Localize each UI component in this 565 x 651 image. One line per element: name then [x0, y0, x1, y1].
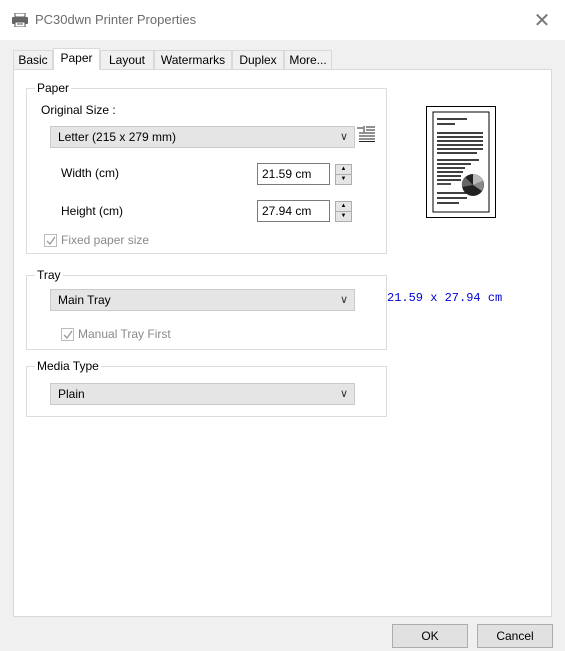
- manual-tray-first-label: Manual Tray First: [78, 327, 171, 341]
- chevron-down-icon: ∨: [339, 388, 348, 400]
- tab-watermarks[interactable]: Watermarks: [154, 50, 232, 69]
- height-spinner: ▲ ▼: [335, 200, 352, 222]
- title-bar: PC30dwn Printer Properties ✕: [0, 0, 565, 40]
- paper-group-legend: Paper: [35, 81, 72, 95]
- chevron-down-icon: ∨: [339, 131, 348, 143]
- window-title: PC30dwn Printer Properties: [35, 12, 197, 27]
- fixed-paper-size-label: Fixed paper size: [61, 233, 150, 247]
- tray-group-legend: Tray: [35, 268, 63, 282]
- checkmark-icon: [63, 330, 73, 340]
- tab-basic[interactable]: Basic: [13, 50, 53, 69]
- original-size-select[interactable]: Letter (215 x 279 mm) ∨: [50, 126, 355, 148]
- width-spinner: ▲ ▼: [335, 163, 352, 185]
- width-input[interactable]: 21.59 cm: [257, 163, 330, 185]
- original-size-value: Letter (215 x 279 mm): [58, 130, 177, 144]
- printer-icon: [12, 13, 28, 27]
- paper-size-readout: 21.59 x 27.94 cm: [387, 291, 503, 305]
- height-input[interactable]: 27.94 cm: [257, 200, 330, 222]
- page-layout-icon[interactable]: [357, 126, 375, 142]
- tab-more[interactable]: More...: [284, 50, 332, 69]
- ok-button[interactable]: OK: [392, 624, 468, 648]
- width-label: Width (cm): [61, 166, 119, 180]
- page-preview: [426, 106, 496, 218]
- close-button[interactable]: ✕: [519, 0, 565, 40]
- manual-tray-first-checkbox[interactable]: [61, 328, 74, 341]
- chevron-down-icon: ∨: [339, 294, 348, 306]
- tray-select[interactable]: Main Tray ∨: [50, 289, 355, 311]
- tab-layout[interactable]: Layout: [100, 50, 154, 69]
- tab-paper[interactable]: Paper: [53, 48, 100, 70]
- close-icon: ✕: [533, 9, 551, 32]
- checkmark-icon: [46, 236, 56, 246]
- original-size-label: Original Size :: [41, 103, 116, 117]
- paper-tab-panel: Paper Original Size : Letter (215 x 279 …: [13, 69, 552, 617]
- cancel-button[interactable]: Cancel: [477, 624, 553, 648]
- media-type-value: Plain: [58, 387, 85, 401]
- spin-down-icon[interactable]: ▼: [335, 211, 352, 222]
- height-label: Height (cm): [61, 204, 124, 218]
- media-type-group-legend: Media Type: [35, 359, 101, 373]
- fixed-paper-size-checkbox[interactable]: [44, 234, 57, 247]
- tab-duplex[interactable]: Duplex: [232, 50, 284, 69]
- media-type-select[interactable]: Plain ∨: [50, 383, 355, 405]
- spin-down-icon[interactable]: ▼: [335, 174, 352, 185]
- page-preview-image: [432, 111, 490, 213]
- tray-value: Main Tray: [58, 293, 111, 307]
